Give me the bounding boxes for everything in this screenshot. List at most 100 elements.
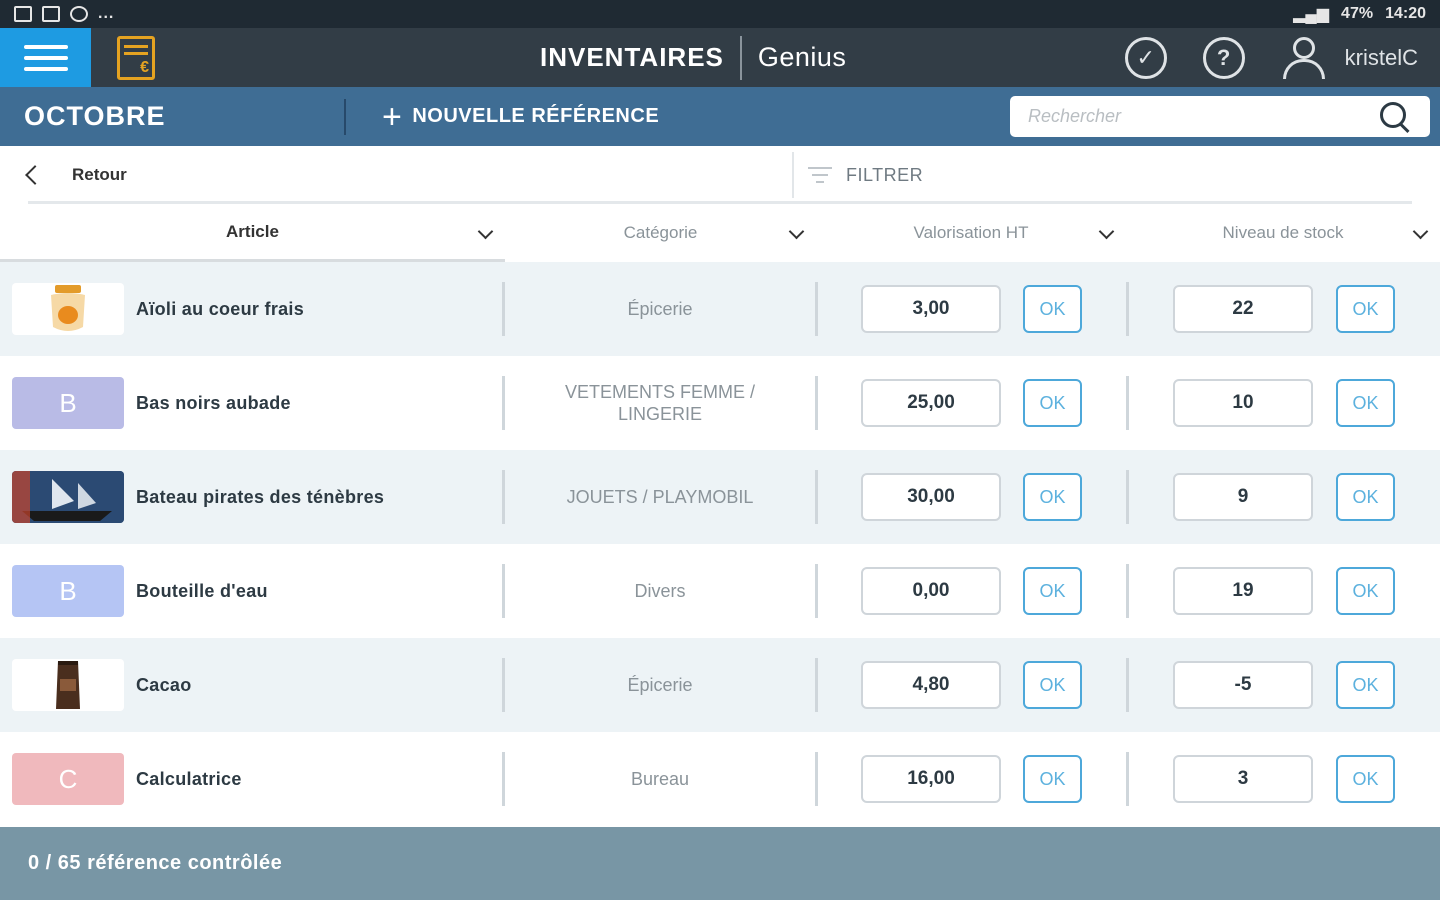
row-divider: [815, 752, 818, 806]
app-notification-icon: [70, 6, 88, 22]
menu-button[interactable]: [0, 28, 91, 87]
more-notifications: ...: [98, 5, 115, 22]
table-row: Cacao Épicerie OK OK: [0, 638, 1440, 732]
table-row: C Calculatrice Bureau OK OK: [0, 732, 1440, 826]
valuation-input[interactable]: [861, 567, 1001, 615]
inventory-table: Aïoli au coeur frais Épicerie OK OK B Ba…: [0, 262, 1440, 826]
filter-icon-line: [812, 174, 828, 176]
row-divider: [815, 282, 818, 336]
table-header: Article Catégorie Valorisation HT Niveau…: [0, 204, 1440, 264]
valuation-input[interactable]: [861, 755, 1001, 803]
search-box: [1010, 96, 1430, 137]
row-divider: [1126, 282, 1129, 336]
product-thumbnail: [12, 471, 124, 523]
column-label: Catégorie: [623, 223, 698, 242]
column-label: Article: [226, 221, 279, 241]
filter-button[interactable]: FILTRER: [808, 146, 923, 204]
cash-register-button[interactable]: [91, 28, 181, 87]
search-input[interactable]: [1028, 106, 1378, 127]
image-notification-icon: [14, 6, 32, 22]
table-row: B Bas noirs aubade VETEMENTS FEMME / LIN…: [0, 356, 1440, 450]
flag-notification-icon: [42, 6, 60, 22]
valuation-input[interactable]: [861, 285, 1001, 333]
menu-icon-bar: [23, 55, 68, 60]
brand-logo: Genius: [757, 42, 847, 72]
stock-input[interactable]: [1173, 661, 1313, 709]
user-icon-head: [1292, 36, 1315, 59]
cash-register-icon: [117, 35, 155, 80]
valuation-ok-button[interactable]: OK: [1023, 285, 1082, 333]
jar-image-icon: [51, 285, 85, 331]
stock-ok-button[interactable]: OK: [1336, 755, 1395, 803]
article-name[interactable]: Bas noirs aubade: [136, 356, 291, 450]
chevron-down-icon: [788, 223, 805, 240]
chevron-left-icon: [25, 165, 45, 185]
product-thumbnail: B: [12, 565, 124, 617]
column-label: Niveau de stock: [1222, 223, 1344, 242]
stock-ok-button[interactable]: OK: [1336, 379, 1395, 427]
filter-icon: [808, 166, 832, 184]
row-divider: [815, 470, 818, 524]
search-icon[interactable]: [1378, 100, 1412, 134]
plus-icon: +: [382, 97, 403, 136]
app-title: INVENTAIRES: [540, 42, 724, 72]
stock-ok-button[interactable]: OK: [1336, 285, 1395, 333]
article-name[interactable]: Aïoli au coeur frais: [136, 262, 304, 356]
user-icon[interactable]: [1281, 36, 1329, 79]
user-icon-body: [1282, 58, 1325, 79]
article-name[interactable]: Calculatrice: [136, 732, 242, 826]
valuation-ok-button[interactable]: OK: [1023, 755, 1082, 803]
table-row: Bateau pirates des ténèbres JOUETS / PLA…: [0, 450, 1440, 544]
article-name[interactable]: Bateau pirates des ténèbres: [136, 450, 384, 544]
valuation-ok-button[interactable]: OK: [1023, 661, 1082, 709]
article-name[interactable]: Bouteille d'eau: [136, 544, 268, 638]
article-category: Divers: [634, 580, 686, 601]
inventory-month: OCTOBRE: [24, 101, 166, 131]
product-thumbnail: B: [12, 377, 124, 429]
valuation-ok-button[interactable]: OK: [1023, 379, 1082, 427]
product-thumbnail: [12, 659, 124, 711]
table-row: B Bouteille d'eau Divers OK OK: [0, 544, 1440, 638]
chevron-down-icon: [477, 223, 494, 240]
stock-input[interactable]: [1173, 567, 1313, 615]
thumbnail-letter: C: [58, 763, 78, 794]
stock-input[interactable]: [1173, 473, 1313, 521]
valuation-ok-button[interactable]: OK: [1023, 567, 1082, 615]
column-header-valuation[interactable]: Valorisation HT: [816, 204, 1126, 262]
article-category: Bureau: [630, 768, 690, 789]
stock-ok-button[interactable]: OK: [1336, 661, 1395, 709]
stock-input[interactable]: [1173, 285, 1313, 333]
toolbar-divider: [344, 98, 346, 135]
menu-icon: [23, 44, 68, 49]
system-status-bar: ... ▂▄▆ 47% 14:20: [0, 0, 1440, 28]
product-thumbnail: [12, 283, 124, 335]
back-button[interactable]: Retour: [22, 146, 127, 204]
help-icon[interactable]: ?: [1202, 36, 1245, 79]
article-name[interactable]: Cacao: [136, 638, 192, 732]
valuation-input[interactable]: [861, 661, 1001, 709]
inventory-toolbar: OCTOBRE + NOUVELLE RÉFÉRENCE: [0, 87, 1440, 146]
stock-ok-button[interactable]: OK: [1336, 473, 1395, 521]
valuation-input[interactable]: [861, 473, 1001, 521]
row-divider: [815, 564, 818, 618]
filter-label: FILTRER: [846, 164, 924, 185]
row-divider: [1126, 658, 1129, 712]
valuation-ok-button[interactable]: OK: [1023, 473, 1082, 521]
stock-ok-button[interactable]: OK: [1336, 567, 1395, 615]
thumbnail-letter: B: [59, 387, 77, 418]
notification-icons: ...: [14, 5, 114, 23]
new-reference-button[interactable]: + NOUVELLE RÉFÉRENCE: [382, 100, 659, 134]
column-header-stock[interactable]: Niveau de stock: [1126, 204, 1440, 262]
stock-input[interactable]: [1173, 755, 1313, 803]
article-category: Épicerie: [627, 674, 693, 695]
filter-icon-line: [808, 167, 832, 169]
check-circle-icon[interactable]: ✓: [1124, 36, 1167, 79]
stock-input[interactable]: [1173, 379, 1313, 427]
back-label: Retour: [72, 165, 127, 184]
article-category: JOUETS / PLAYMOBIL: [566, 486, 754, 507]
username[interactable]: kristelC: [1345, 45, 1418, 71]
column-header-category[interactable]: Catégorie: [505, 204, 816, 262]
valuation-input[interactable]: [861, 379, 1001, 427]
column-header-article[interactable]: Article: [0, 204, 505, 262]
brand-divider: [739, 35, 742, 80]
